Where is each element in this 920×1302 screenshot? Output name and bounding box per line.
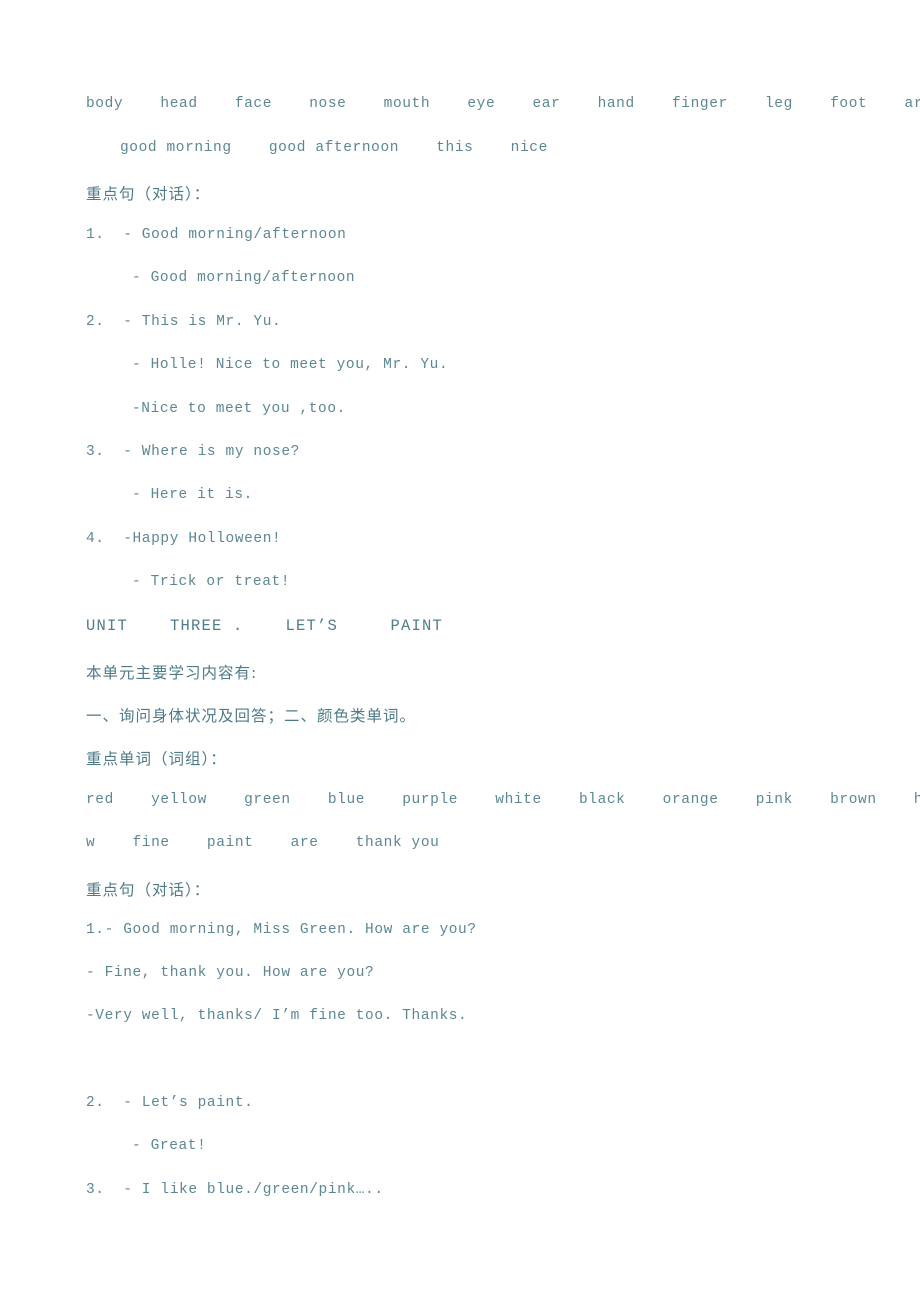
unit-three-dialogue-1-line-1: 1.- Good morning, Miss Green. How are yo… (86, 922, 477, 938)
unit-two-key-sentences-heading: 重点句（对话）： (86, 185, 211, 203)
unit-three-dialogue-3-line-1: 3. - I like blue./green/pink….. (86, 1182, 384, 1198)
unit-two-dialogue-4-line-2: - Trick or treat! (132, 574, 291, 590)
unit-two-dialogue-3-line-1: 3. - Where is my nose? (86, 444, 300, 460)
unit-three-overview-heading: 本单元主要学习内容有: (86, 664, 258, 682)
unit-three-title: UNIT THREE . LET’S PAINT (86, 617, 444, 635)
unit-three-overview-content: 一、询问身体状况及回答；二、颜色类单词。 (86, 707, 417, 725)
unit-two-dialogue-3-line-2: - Here it is. (132, 487, 253, 503)
unit-two-dialogue-1-line-1: 1. - Good morning/afternoon (86, 227, 347, 243)
unit-three-dialogue-2-line-1: 2. - Let’s paint. (86, 1095, 254, 1111)
unit-two-dialogue-2-line-3: -Nice to meet you ,too. (132, 401, 346, 417)
unit-three-key-sentences-heading: 重点句（对话）： (86, 881, 211, 899)
unit-two-dialogue-4-line-1: 4. -Happy Holloween! (86, 531, 282, 547)
unit-two-dialogue-1-line-2: - Good morning/afternoon (132, 270, 356, 286)
unit-two-dialogue-2-line-1: 2. - This is Mr. Yu. (86, 314, 282, 330)
unit-three-dialogue-1-line-3: -Very well, thanks/ I’m fine too. Thanks… (86, 1008, 468, 1024)
unit-two-vocabulary-line-2: good morning good afternoon this nice (120, 140, 548, 156)
unit-three-dialogue-1-line-2: - Fine, thank you. How are you? (86, 965, 375, 981)
unit-three-dialogue-2-line-2: - Great! (132, 1138, 207, 1154)
unit-three-vocabulary-line-2: w fine paint are thank you (86, 835, 440, 851)
unit-three-vocabulary-line-1: red yellow green blue purple white black… (86, 792, 920, 808)
unit-three-vocabulary-heading: 重点单词（词组）： (86, 750, 227, 768)
unit-two-dialogue-2-line-2: - Holle! Nice to meet you, Mr. Yu. (132, 357, 449, 373)
document-page: body head face nose mouth eye ear hand f… (0, 0, 920, 1302)
unit-two-vocabulary-line-1: body head face nose mouth eye ear hand f… (86, 96, 920, 112)
